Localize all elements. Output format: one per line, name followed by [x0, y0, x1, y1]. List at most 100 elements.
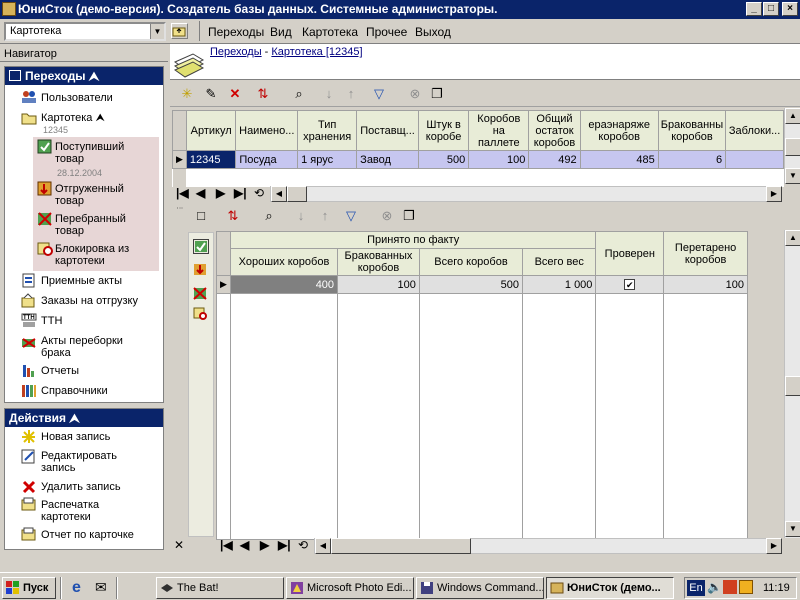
bottom-grid-hscroll[interactable]: ◀ ▶ — [314, 538, 782, 554]
section-combo[interactable]: Картотека ▼ — [4, 22, 166, 41]
sort-asc-icon[interactable]: ↓ — [292, 207, 310, 225]
col-header[interactable]: Всего вес — [522, 248, 597, 276]
col-header[interactable]: Всего коробов — [418, 248, 524, 276]
nav-item-sort-acts[interactable]: Акты переборки брака — [41, 335, 141, 359]
filter-icon[interactable]: ▽ — [370, 85, 388, 103]
sort-icon[interactable]: ⇅ — [254, 85, 272, 103]
menu-view[interactable]: Вид — [270, 25, 292, 39]
scroll-up-icon[interactable]: ▲ — [785, 108, 800, 124]
nav-item-reports[interactable]: Отчеты — [41, 365, 79, 377]
nav-item-orders[interactable]: Заказы на отгрузку — [41, 295, 138, 307]
binoculars-icon[interactable]: ⌕ — [260, 207, 278, 225]
cell-article[interactable]: 12345 — [185, 150, 237, 169]
task-unistock[interactable]: ЮниСток (демо... — [546, 577, 674, 599]
last-record-icon[interactable]: ▶| — [278, 538, 291, 552]
col-header[interactable]: Коробов на паллете — [468, 110, 530, 151]
cell-defective-boxes[interactable]: 6 — [657, 150, 727, 169]
transitions-header[interactable]: Переходы ⮝ — [5, 67, 163, 85]
cell-blocked[interactable] — [725, 150, 784, 169]
task-the-bat[interactable]: The Bat! — [156, 577, 284, 599]
scroll-right-icon[interactable]: ▶ — [766, 538, 782, 554]
checked-checkbox[interactable]: ✔ — [624, 278, 636, 290]
cell-total-boxes[interactable]: 500 — [418, 275, 524, 294]
action-report[interactable]: Отчет по карточке — [41, 529, 134, 541]
cell-name[interactable]: Посуда — [235, 150, 299, 169]
add-record-icon[interactable]: ✳ — [178, 85, 196, 103]
volume-icon[interactable]: 🔈 — [707, 580, 722, 594]
scroll-thumb[interactable] — [785, 376, 800, 396]
tray-app-icon[interactable] — [739, 580, 753, 594]
folder-up-button[interactable] — [171, 23, 188, 39]
nav-item-incoming[interactable]: Поступивший товар — [55, 141, 155, 165]
shipped-goods-icon[interactable] — [193, 263, 209, 278]
nav-item-ttn[interactable]: ТТН — [41, 315, 62, 327]
first-record-icon[interactable]: |◀ — [176, 186, 189, 200]
action-edit[interactable]: Редактировать запись — [41, 450, 151, 474]
scroll-down-icon[interactable]: ▼ — [785, 521, 800, 537]
next-record-icon[interactable]: ▶ — [260, 538, 269, 552]
hscroll-thumb[interactable] — [331, 538, 471, 554]
nav-item-sorted[interactable]: Перебранный товар — [55, 213, 155, 237]
collapse-icon[interactable]: ⮝ — [89, 69, 99, 83]
col-header[interactable]: Проверен — [595, 231, 665, 276]
table-row[interactable]: ▶ 400 100 500 1 000 ✔ 100 — [216, 275, 748, 294]
cell-total-boxes[interactable]: 492 — [528, 150, 581, 169]
copy-icon[interactable]: ❐ — [400, 207, 418, 225]
filter-icon[interactable]: ▽ — [342, 207, 360, 225]
scroll-left-icon[interactable]: ◀ — [315, 538, 331, 554]
sort-asc-icon[interactable]: ↓ — [320, 85, 338, 103]
col-header[interactable]: Перетарено коробов — [663, 231, 748, 276]
nav-item-kartoteka[interactable]: Картотека ⮝ — [41, 112, 105, 124]
col-header[interactable]: Поставщ... — [356, 110, 419, 151]
breadcrumb-transitions-link[interactable]: Переходы — [210, 46, 262, 58]
actions-header[interactable]: Действия ⮝ — [5, 409, 163, 427]
next-record-icon[interactable]: ▶ — [216, 186, 225, 200]
close-button[interactable]: × — [782, 2, 798, 16]
task-windows-commander[interactable]: Windows Command... — [416, 577, 544, 599]
menu-exit[interactable]: Выход — [415, 25, 451, 39]
tray-app-icon[interactable] — [723, 580, 737, 594]
col-header[interactable]: Заблоки... — [725, 110, 784, 151]
square-icon[interactable]: □ — [192, 207, 210, 225]
col-header[interactable]: Наимено... — [235, 110, 299, 151]
cell-boxes-per-pallet[interactable]: 100 — [468, 150, 530, 169]
col-header[interactable]: ераэнаряже коробов — [579, 110, 659, 151]
pane-grip[interactable]: ⋮ — [176, 205, 183, 211]
cell-defective-boxes[interactable]: 100 — [337, 275, 420, 294]
nav-item-references[interactable]: Справочники — [41, 385, 108, 397]
scroll-up-icon[interactable]: ▲ — [785, 230, 800, 246]
menu-kartoteka[interactable]: Картотека — [302, 25, 358, 39]
menu-other[interactable]: Прочее — [366, 25, 407, 39]
cell-storage-type[interactable]: 1 ярус — [297, 150, 358, 169]
col-header[interactable]: Бракованных коробов — [337, 248, 420, 276]
delete-toolbar-icon[interactable]: ✕ — [226, 85, 244, 103]
nav-item-block[interactable]: Блокировка из картотеки — [55, 243, 155, 267]
cell-good-boxes[interactable]: 400 — [229, 275, 339, 294]
scroll-down-icon[interactable]: ▼ — [785, 168, 800, 184]
col-header[interactable]: Хороших коробов — [229, 248, 339, 276]
first-record-icon[interactable]: |◀ — [220, 538, 233, 552]
clear-filter-icon[interactable]: ⊗ — [406, 85, 424, 103]
collapse-icon[interactable]: ⮝ — [69, 411, 79, 425]
cell-pcs-per-box[interactable]: 500 — [417, 150, 470, 169]
task-photo-editor[interactable]: Microsoft Photo Edi... — [286, 577, 414, 599]
scroll-right-icon[interactable]: ▶ — [766, 186, 782, 202]
nav-item-acceptance[interactable]: Приемные акты — [41, 275, 122, 287]
bottom-grid-vscroll[interactable]: ▲ ▼ — [784, 230, 800, 538]
action-print[interactable]: Распечатка картотеки — [41, 499, 151, 523]
close-pane-icon[interactable]: ✕ — [174, 538, 184, 552]
menu-transitions[interactable]: Переходы — [208, 25, 264, 39]
col-header[interactable]: Общий остаток коробов — [528, 110, 581, 151]
binoculars-icon[interactable]: ⌕ — [290, 85, 308, 103]
nav-item-shipped[interactable]: Отгруженный товар — [55, 183, 155, 207]
refresh-icon[interactable]: ⟲ — [298, 538, 308, 552]
scroll-left-icon[interactable]: ◀ — [271, 186, 287, 202]
scroll-thumb[interactable] — [785, 138, 800, 156]
ie-icon[interactable]: e — [72, 579, 81, 597]
action-delete[interactable]: Удалить запись — [41, 481, 121, 493]
edit-record-toolbar-icon[interactable]: ✎ — [202, 85, 220, 103]
nav-item-users[interactable]: Пользователи — [41, 92, 113, 104]
top-grid-vscroll[interactable]: ▲ ▼ — [784, 108, 800, 184]
col-header[interactable]: Артикул — [185, 110, 237, 151]
col-header[interactable]: Бракованны коробов — [657, 110, 727, 151]
